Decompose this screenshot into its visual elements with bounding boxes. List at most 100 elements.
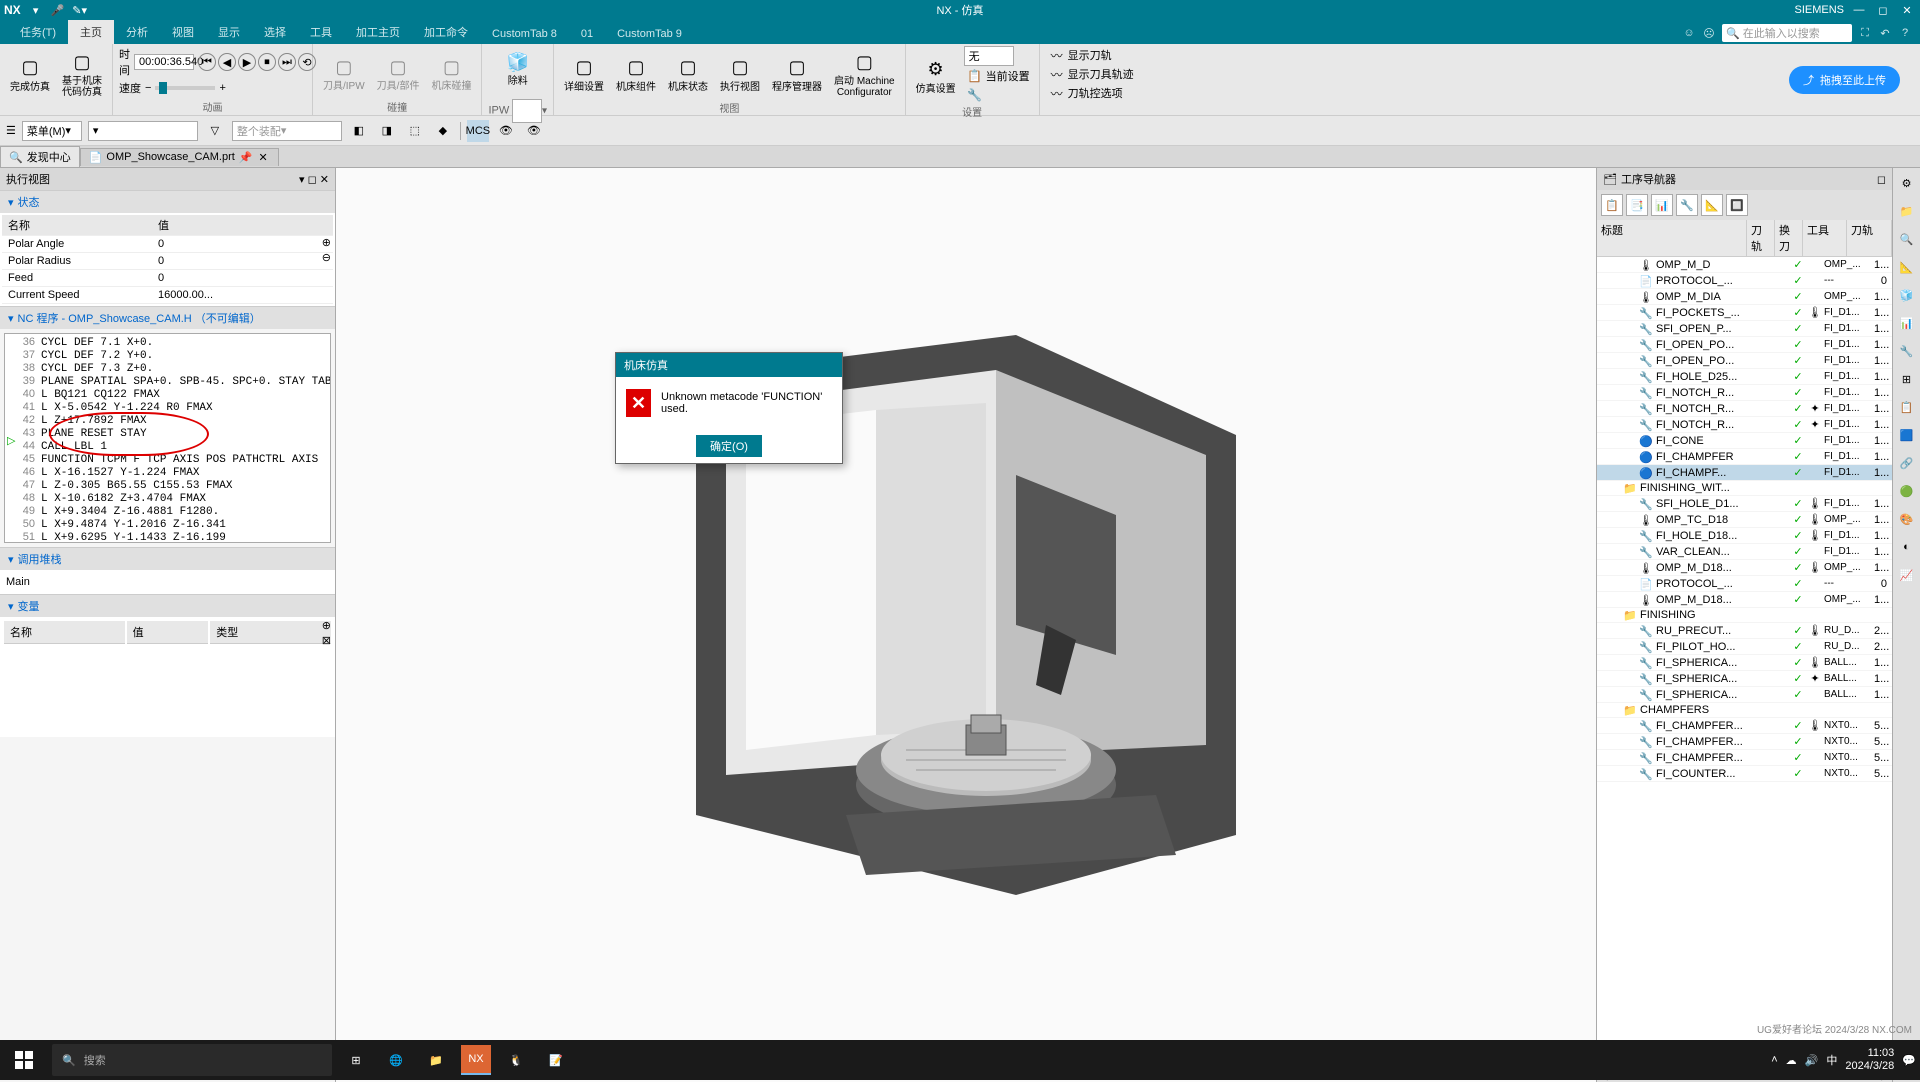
ribbon-small-button[interactable]: 〰显示刀具轨迹 — [1046, 65, 1137, 83]
app-icon[interactable]: 📝 — [536, 1040, 576, 1080]
minimize-button[interactable]: — — [1850, 1, 1868, 19]
op-row[interactable]: 🔧FI_CHAMPFER...✓🌡NXT0...5... — [1597, 718, 1892, 734]
rail-7-icon[interactable]: ⊞ — [1896, 368, 1918, 390]
nc-line[interactable]: 42L Z+17.7892 FMAX — [7, 414, 328, 427]
nc-line[interactable]: 37CYCL DEF 7.2 Y+0. — [7, 349, 328, 362]
ribbon-button[interactable]: ▢执行视图 — [716, 52, 764, 95]
menutab-9[interactable]: CustomTab 8 — [480, 24, 569, 44]
rt-btn-3[interactable]: 📊 — [1651, 194, 1673, 216]
nx-task-icon[interactable]: NX — [461, 1045, 491, 1075]
3d-viewport[interactable] — [336, 168, 1596, 1082]
nc-line[interactable]: 41L X-5.0542 Y-1.224 R0 FMAX — [7, 401, 328, 414]
nc-line[interactable]: 38CYCL DEF 7.3 Z+0. — [7, 362, 328, 375]
op-row[interactable]: 🔧RU_PRECUT...✓🌡RU_D...2... — [1597, 623, 1892, 639]
tray-volume-icon[interactable]: 🔊 — [1805, 1054, 1819, 1067]
rail-10-icon[interactable]: 🔗 — [1896, 452, 1918, 474]
hamburger-icon[interactable]: ☰ — [6, 124, 16, 137]
op-row[interactable]: 🌡OMP_M_D18...✓🌡OMP_...1... — [1597, 560, 1892, 576]
op-row[interactable]: 🔵FI_CHAMPF...✓FI_D1...1... — [1597, 465, 1892, 481]
tray-up-icon[interactable]: ˄ — [1771, 1054, 1777, 1066]
task-view-icon[interactable]: ⊞ — [336, 1040, 376, 1080]
ribbon-small-button[interactable]: 〰显示刀轨 — [1046, 46, 1115, 64]
op-row[interactable]: 🔧FI_CHAMPFER...✓NXT0...5... — [1597, 734, 1892, 750]
op-row[interactable]: 🔧FI_CHAMPFER...✓NXT0...5... — [1597, 750, 1892, 766]
nc-line[interactable]: 48L X-10.6182 Z+3.4704 FMAX — [7, 492, 328, 505]
ribbon-button[interactable]: ▢启动 MachineConfigurator — [830, 46, 899, 100]
rail-13-icon[interactable]: ◐ — [1896, 536, 1918, 558]
menutab-10[interactable]: 01 — [569, 24, 605, 44]
op-row[interactable]: 🔧FI_COUNTER...✓NXT0...5... — [1597, 766, 1892, 782]
menutab-6[interactable]: 工具 — [298, 20, 344, 44]
plus-icon[interactable]: + — [219, 82, 225, 94]
rt-btn-6[interactable]: 🔲 — [1726, 194, 1748, 216]
rail-9-icon[interactable]: 🟦 — [1896, 424, 1918, 446]
eye-icon-1[interactable]: 👁 — [495, 120, 517, 142]
nc-line[interactable]: 43PLANE RESET STAY — [7, 427, 328, 440]
clock[interactable]: 11:032024/3/28 — [1845, 1047, 1894, 1073]
op-row[interactable]: 🔧FI_NOTCH_R...✓✦FI_D1...1... — [1597, 417, 1892, 433]
op-row[interactable]: 🔧FI_POCKETS_...✓🌡FI_D1...1... — [1597, 305, 1892, 321]
rail-12-icon[interactable]: 🎨 — [1896, 508, 1918, 530]
upload-button[interactable]: ⤴ 拖拽至此上传 — [1789, 66, 1900, 94]
maximize-button[interactable]: ◻ — [1874, 1, 1892, 19]
var-del-icon[interactable]: ⊠ — [322, 634, 331, 647]
time-value[interactable]: 00:00:36.540 — [134, 54, 194, 70]
status-btn-1[interactable]: ⊕ — [322, 236, 331, 249]
rail-gear-icon[interactable]: ⚙ — [1896, 172, 1918, 194]
nc-line[interactable]: 36CYCL DEF 7.1 X+0. — [7, 336, 328, 349]
undo-icon[interactable]: ↶ — [1878, 26, 1892, 40]
menutab-5[interactable]: 选择 — [252, 20, 298, 44]
op-row[interactable]: 🌡OMP_M_D18...✓OMP_...1... — [1597, 592, 1892, 608]
explorer-icon[interactable]: 📁 — [416, 1040, 456, 1080]
nc-line[interactable]: 49L X+9.3404 Z-16.4881 F1280. — [7, 505, 328, 518]
tool-icon-4[interactable]: ◆ — [432, 120, 454, 142]
selector-dropdown[interactable]: ▾ — [88, 121, 198, 141]
ok-button[interactable]: 确定(O) — [696, 435, 762, 457]
op-row[interactable]: 📄PROTOCOL_...✓---0 — [1597, 576, 1892, 592]
nc-line[interactable]: 45FUNCTION TCPM F TCP AXIS POS PATHCTRL … — [7, 453, 328, 466]
sim-settings-button[interactable]: ⚙仿真设置 — [912, 54, 960, 97]
file-tab[interactable]: 📄 OMP_Showcase_CAM.prt 📌 ✕ — [80, 148, 279, 166]
menutab-8[interactable]: 加工命令 — [412, 20, 480, 44]
rail-14-icon[interactable]: 📈 — [1896, 564, 1918, 586]
fullscreen-icon[interactable]: ⛶ — [1858, 26, 1872, 40]
var-add-icon[interactable]: ⊕ — [322, 619, 331, 632]
menutab-2[interactable]: 分析 — [114, 20, 160, 44]
smile-icon[interactable]: ☺ — [1682, 26, 1696, 40]
assembly-dropdown[interactable]: 整个装配▾ — [232, 121, 342, 141]
rail-2-icon[interactable]: 🔍 — [1896, 228, 1918, 250]
vars-section-header[interactable]: ▾ 变量 — [0, 595, 335, 617]
rt-btn-1[interactable]: 📋 — [1601, 194, 1623, 216]
rt-btn-4[interactable]: 🔧 — [1676, 194, 1698, 216]
op-row[interactable]: 🔧VAR_CLEAN...✓FI_D1...1... — [1597, 544, 1892, 560]
panel-max-icon[interactable]: ◻ — [308, 174, 317, 186]
nc-line[interactable]: 44CALL LBL 1 — [7, 440, 328, 453]
taskbar-search[interactable]: 🔍 搜索 — [52, 1044, 332, 1076]
op-row[interactable]: 📁FINISHING — [1597, 608, 1892, 623]
callstack-section-header[interactable]: ▾ 调用堆栈 — [0, 548, 335, 570]
rail-3-icon[interactable]: 📐 — [1896, 256, 1918, 278]
face-icon[interactable]: ☹ — [1702, 26, 1716, 40]
nc-line[interactable]: 46L X-16.1527 Y-1.224 FMAX — [7, 466, 328, 479]
tray-cloud-icon[interactable]: ☁ — [1786, 1054, 1797, 1067]
speed-slider[interactable] — [155, 86, 215, 90]
op-row[interactable]: 🔧SFI_HOLE_D1...✓🌡FI_D1...1... — [1597, 496, 1892, 512]
menutab-1[interactable]: 主页 — [68, 20, 114, 44]
touch-icon[interactable]: ✎▾ — [73, 3, 87, 17]
ribbon-button[interactable]: ▢完成仿真 — [6, 52, 54, 95]
op-row[interactable]: 🔵FI_CONE✓FI_D1...1... — [1597, 433, 1892, 449]
close-button[interactable]: ✕ — [1898, 1, 1916, 19]
op-row[interactable]: 🔧FI_PILOT_HO...✓RU_D...2... — [1597, 639, 1892, 655]
menutab-0[interactable]: 任务(T) — [8, 20, 68, 44]
material-remove-button[interactable]: 🧊除料 — [498, 46, 538, 89]
config-select[interactable]: 无 — [964, 46, 1014, 66]
mcs-icon[interactable]: MCS — [467, 120, 489, 142]
transport-button-2[interactable]: ▶ — [238, 53, 256, 71]
current-settings-button[interactable]: 📋当前设置 — [964, 67, 1033, 85]
tool-icon-1[interactable]: ◧ — [348, 120, 370, 142]
discover-tab[interactable]: 🔍 发现中心 — [0, 146, 80, 167]
op-row[interactable]: 🔧FI_SPHERICA...✓🌡BALL...1... — [1597, 655, 1892, 671]
eye-icon-2[interactable]: 👁 — [523, 120, 545, 142]
nc-line[interactable]: 39PLANE SPATIAL SPA+0. SPB-45. SPC+0. ST… — [7, 375, 328, 388]
tray-ime-icon[interactable]: 中 — [1826, 1052, 1837, 1068]
